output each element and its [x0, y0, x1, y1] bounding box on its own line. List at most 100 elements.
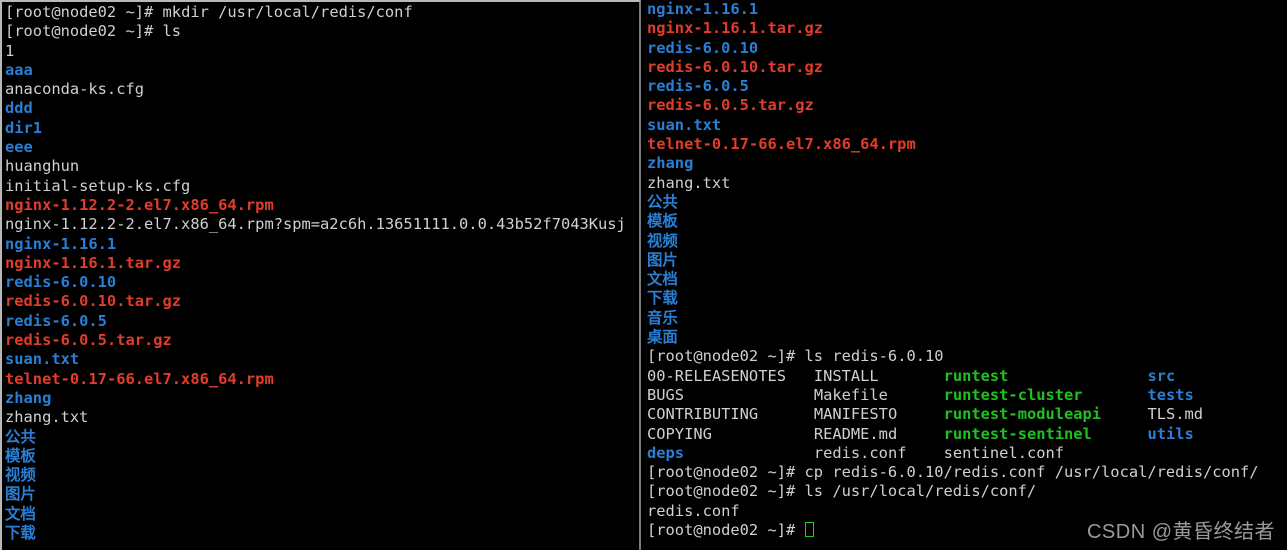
- column-spacer: [888, 386, 944, 404]
- file-entry: ddd: [5, 99, 639, 118]
- file-name: 下载: [647, 289, 678, 308]
- file-name: tests: [1147, 385, 1194, 404]
- column-spacer: [897, 405, 943, 423]
- file-name: CONTRIBUTING: [647, 405, 759, 424]
- file-name: Makefile: [813, 385, 888, 404]
- file-entry: 桌面: [647, 328, 1287, 347]
- file-entry: zhang.txt: [647, 174, 1287, 193]
- file-entry: 图片: [647, 251, 1287, 270]
- column-spacer: [1092, 425, 1148, 443]
- shell-prompt: [root@node02 ~]#: [647, 521, 805, 540]
- file-entry: eee: [5, 138, 639, 157]
- file-name: 文档: [5, 504, 36, 523]
- file-entry-row: BUGS Makefile runtest-cluster tests: [647, 386, 1287, 405]
- file-name: runtest-cluster: [943, 385, 1083, 404]
- file-name: nginx-1.16.1: [5, 234, 117, 253]
- column-spacer: [1101, 405, 1147, 423]
- file-name: suan.txt: [5, 350, 80, 369]
- file-entry-row: 00-RELEASENOTES INSTALL runtest src: [647, 367, 1287, 386]
- file-entry: 视频: [5, 466, 639, 485]
- file-name: redis-6.0.5.tar.gz: [647, 96, 814, 115]
- column-spacer: [1008, 367, 1147, 385]
- file-entry: redis-6.0.5.tar.gz: [647, 96, 1287, 115]
- column-spacer: [758, 405, 814, 423]
- file-entry: nginx-1.16.1: [647, 0, 1287, 19]
- file-name: dir1: [5, 118, 43, 137]
- terminal-pane-left[interactable]: [root@node02 ~]# mkdir /usr/local/redis/…: [0, 0, 641, 550]
- file-name: nginx-1.12.2-2.el7.x86_64.rpm: [5, 195, 274, 214]
- watermark: CSDN @黄昏终结者: [1086, 521, 1275, 543]
- file-name: utils: [1147, 424, 1194, 443]
- file-entry: redis-6.0.5.tar.gz: [5, 331, 639, 350]
- file-name: nginx-1.16.1.tar.gz: [647, 19, 824, 38]
- file-entry-row: COPYING README.md runtest-sentinel utils: [647, 425, 1287, 444]
- file-name: BUGS: [647, 385, 685, 404]
- terminal-pane-right[interactable]: nginx-1.16.1 nginx-1.16.1.tar.gz redis-6.0…: [645, 0, 1287, 550]
- file-name: redis-6.0.5: [647, 77, 749, 96]
- file-entry: suan.txt: [5, 350, 639, 369]
- file-name: 模板: [647, 212, 678, 231]
- file-entry: 图片: [5, 485, 639, 504]
- column-spacer: [897, 425, 943, 443]
- file-entry: nginx-1.16.1.tar.gz: [5, 254, 639, 273]
- file-name: src: [1147, 366, 1176, 385]
- file-name: redis-6.0.10.tar.gz: [5, 292, 182, 311]
- file-name: COPYING: [647, 424, 712, 443]
- file-name: nginx-1.16.1: [647, 0, 759, 18]
- file-entry: nginx-1.16.1: [5, 235, 639, 254]
- file-name: sentinel.conf: [943, 443, 1065, 462]
- column-spacer: [786, 367, 814, 385]
- file-name: 1: [5, 41, 15, 60]
- command-text: ls redis-6.0.10: [804, 347, 944, 366]
- file-entry: redis-6.0.10: [5, 273, 639, 292]
- terminal-screenshot: [root@node02 ~]# mkdir /usr/local/redis/…: [0, 0, 1287, 550]
- file-name: suan.txt: [647, 115, 722, 134]
- column-spacer: [684, 386, 814, 404]
- file-name: initial-setup-ks.cfg: [5, 176, 191, 195]
- file-name: README.md: [813, 424, 898, 443]
- file-entry: 公共: [5, 428, 639, 447]
- command-text: mkdir /usr/local/redis/conf: [162, 3, 413, 21]
- file-name: eee: [5, 138, 33, 157]
- file-entry: nginx-1.16.1.tar.gz: [647, 19, 1287, 38]
- file-name: redis.conf: [647, 501, 740, 520]
- shell-prompt: [root@node02 ~]#: [647, 482, 805, 501]
- file-name: 模板: [5, 446, 36, 465]
- file-entry: 公共: [647, 193, 1287, 212]
- file-entry: 下载: [5, 524, 639, 543]
- file-name: runtest-moduleapi: [943, 405, 1102, 424]
- file-name: MANIFESTO: [813, 405, 898, 424]
- file-entry: redis-6.0.10.tar.gz: [5, 292, 639, 311]
- file-name: ddd: [5, 99, 33, 118]
- file-name: 图片: [647, 250, 678, 269]
- file-entry: 视频: [647, 232, 1287, 251]
- file-name: nginx-1.16.1.tar.gz: [5, 253, 182, 272]
- file-entry: 音乐: [647, 309, 1287, 328]
- file-name: 视频: [5, 466, 36, 485]
- file-name: redis-6.0.10: [5, 273, 117, 292]
- file-entry: aaa: [5, 61, 639, 80]
- file-entry: 模板: [5, 447, 639, 466]
- text-cursor: [804, 522, 814, 538]
- terminal-command-line: [root@node02 ~]# mkdir /usr/local/redis/…: [5, 3, 639, 22]
- file-name: zhang.txt: [647, 173, 731, 192]
- file-name: TLS.md: [1147, 405, 1204, 424]
- file-name: deps: [647, 443, 685, 462]
- file-name: zhang: [5, 388, 52, 407]
- file-entry: 模板: [647, 212, 1287, 231]
- file-entry: nginx-1.12.2-2.el7.x86_64.rpm: [5, 196, 639, 215]
- file-entry-row: CONTRIBUTING MANIFESTO runtest-moduleapi…: [647, 405, 1287, 424]
- command-text: cp redis-6.0.10/redis.conf /usr/local/re…: [804, 463, 1259, 482]
- file-entry: redis-6.0.10.tar.gz: [647, 58, 1287, 77]
- file-entry: zhang.txt: [5, 408, 639, 427]
- file-name: INSTALL: [813, 366, 879, 385]
- file-entry: telnet-0.17-66.el7.x86_64.rpm: [647, 135, 1287, 154]
- file-name: zhang: [647, 154, 694, 173]
- shell-prompt: [root@node02 ~]#: [5, 3, 163, 21]
- file-entry: initial-setup-ks.cfg: [5, 177, 639, 196]
- file-name: redis-6.0.10.tar.gz: [647, 57, 824, 76]
- terminal-command-line: [root@node02 ~]# ls redis-6.0.10: [647, 347, 1287, 366]
- shell-prompt: [root@node02 ~]#: [647, 463, 805, 482]
- terminal-command-line: [root@node02 ~]# ls: [5, 22, 639, 41]
- terminal-command-line: [root@node02 ~]# ls /usr/local/redis/con…: [647, 482, 1287, 501]
